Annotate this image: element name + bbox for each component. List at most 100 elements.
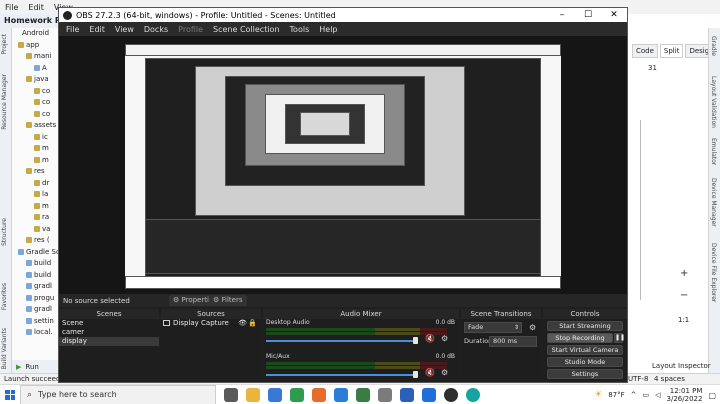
tree-item[interactable]: m [12, 143, 60, 155]
as-tab-device-manager[interactable]: Device Manager [710, 178, 717, 227]
as-tab-build-variants[interactable]: Build Variants [1, 328, 8, 369]
app-icon[interactable] [422, 387, 436, 402]
tree-item[interactable]: co [12, 109, 60, 121]
tab-code[interactable]: Code [632, 44, 658, 58]
tree-item[interactable]: app [12, 40, 60, 52]
gear-icon[interactable]: ⚙ [441, 334, 448, 343]
tree-item[interactable]: build [12, 270, 60, 282]
obs-menu-edit[interactable]: Edit [84, 25, 110, 34]
tree-item[interactable]: Gradle Sc [12, 247, 60, 259]
as-tab-resource-manager[interactable]: Resource Manager [1, 74, 8, 130]
studio-mode-button[interactable]: Studio Mode [547, 357, 623, 367]
tree-item[interactable]: progu [12, 293, 60, 305]
scene-item[interactable]: camer [59, 328, 159, 337]
app-icon[interactable] [378, 387, 392, 402]
zoom-ratio[interactable]: 1:1 [678, 316, 689, 324]
tab-split[interactable]: Split [659, 44, 684, 58]
as-tab-gradle[interactable]: Gradle [710, 36, 717, 56]
obs-menu-profile[interactable]: Profile [173, 25, 208, 34]
start-virtual-camera-button[interactable]: Start Virtual Camera [547, 345, 623, 355]
notifications-icon[interactable]: ▢ [708, 391, 716, 400]
lock-icon[interactable]: 🔒 [248, 319, 257, 328]
volume-slider[interactable] [266, 374, 416, 376]
word-icon[interactable] [400, 387, 414, 402]
obs-menu-scene-collection[interactable]: Scene Collection [208, 25, 285, 34]
as-tab-favorites[interactable]: Favorites [1, 283, 8, 310]
file-explorer-icon[interactable] [246, 387, 260, 402]
filters-button[interactable]: ⚙ Filters [209, 295, 247, 306]
start-button[interactable] [0, 385, 20, 404]
tree-header[interactable]: Android [12, 28, 60, 40]
gear-icon[interactable]: ⚙ [441, 368, 448, 377]
tree-item[interactable]: dr [12, 178, 60, 190]
tree-item[interactable]: la [12, 189, 60, 201]
chevron-up-icon[interactable]: ^ [631, 391, 637, 399]
tree-item[interactable]: ra [12, 212, 60, 224]
maximize-icon[interactable]: ☐ [575, 8, 601, 22]
obs-taskbar-icon[interactable] [444, 387, 458, 402]
speaker-mute-icon[interactable]: 🔇 [425, 368, 435, 377]
weather-temp[interactable]: 87°F [608, 391, 624, 399]
tree-item[interactable]: res [12, 166, 60, 178]
tree-item[interactable]: A [12, 63, 60, 75]
obs-menu-tools[interactable]: Tools [285, 25, 315, 34]
as-tab-structure[interactable]: Structure [1, 218, 8, 246]
duration-field[interactable]: 800 ms [489, 336, 537, 347]
obs-menu-help[interactable]: Help [314, 25, 342, 34]
android-studio-icon[interactable] [356, 387, 370, 402]
visibility-eye-icon[interactable]: 👁 [238, 319, 247, 328]
as-tab-project[interactable]: Project [1, 34, 8, 55]
speaker-mute-icon[interactable]: 🔇 [425, 334, 435, 343]
task-view-icon[interactable] [224, 387, 238, 402]
as-run-tab[interactable]: ▶ Run [12, 360, 60, 373]
tree-item[interactable]: m [12, 201, 60, 213]
tree-item[interactable]: co [12, 97, 60, 109]
obs-preview[interactable] [59, 36, 627, 294]
tree-item[interactable]: m [12, 155, 60, 167]
tree-item[interactable]: gradl [12, 281, 60, 293]
scene-item-selected[interactable]: display [59, 337, 159, 346]
tree-item[interactable]: settin [12, 316, 60, 328]
store-icon[interactable] [268, 387, 282, 402]
taskbar-search[interactable]: ⌕ Type here to search [20, 384, 216, 404]
tree-item[interactable]: va [12, 224, 60, 236]
stop-recording-button[interactable]: Stop Recording [547, 333, 613, 343]
tree-item[interactable]: co [12, 86, 60, 98]
tree-item[interactable]: mani [12, 51, 60, 63]
tree-item[interactable]: assets [12, 120, 60, 132]
indent[interactable]: 4 spaces [654, 375, 685, 383]
zoom-in-icon[interactable]: + [680, 268, 688, 279]
tree-item[interactable]: ic [12, 132, 60, 144]
clock[interactable]: 12:01 PM 3/26/2022 [667, 387, 703, 403]
volume-icon[interactable]: ◁ [655, 391, 660, 399]
volume-slider-knob[interactable] [413, 337, 418, 344]
app-icon[interactable] [466, 387, 480, 402]
chrome-icon[interactable] [290, 387, 304, 402]
zoom-out-icon[interactable]: − [680, 290, 688, 301]
obs-menu-view[interactable]: View [110, 25, 139, 34]
network-icon[interactable]: ▭ [643, 391, 650, 399]
tree-item[interactable]: java [12, 74, 60, 86]
gear-icon[interactable]: ⚙ [529, 323, 536, 332]
pause-recording-icon[interactable]: ❚❚ [614, 333, 625, 343]
as-menu-file[interactable]: File [0, 3, 23, 12]
as-tab-layout-validation[interactable]: Layout Validation [710, 76, 717, 128]
start-streaming-button[interactable]: Start Streaming [547, 321, 623, 331]
as-menu-edit[interactable]: Edit [23, 3, 49, 12]
tree-item[interactable]: build [12, 258, 60, 270]
minimize-icon[interactable]: – [549, 8, 575, 22]
obs-menu-docks[interactable]: Docks [139, 25, 173, 34]
firefox-icon[interactable] [312, 387, 326, 402]
transition-select[interactable]: Fade ⇕ [464, 322, 522, 333]
api-level[interactable]: 31 [648, 64, 657, 72]
tree-item[interactable]: local. [12, 327, 60, 339]
source-item[interactable]: Display Capture 👁 🔒 [161, 319, 261, 328]
edge-icon[interactable] [334, 387, 348, 402]
close-icon[interactable]: ✕ [601, 8, 627, 22]
scene-item[interactable]: Scene [59, 319, 159, 328]
as-tab-device-file-explorer[interactable]: Device File Explorer [710, 243, 717, 302]
tree-item[interactable]: res ( [12, 235, 60, 247]
settings-button[interactable]: Settings [547, 369, 623, 379]
tree-item[interactable]: gradl [12, 304, 60, 316]
layout-inspector-tab[interactable]: Layout Inspector [652, 362, 711, 370]
